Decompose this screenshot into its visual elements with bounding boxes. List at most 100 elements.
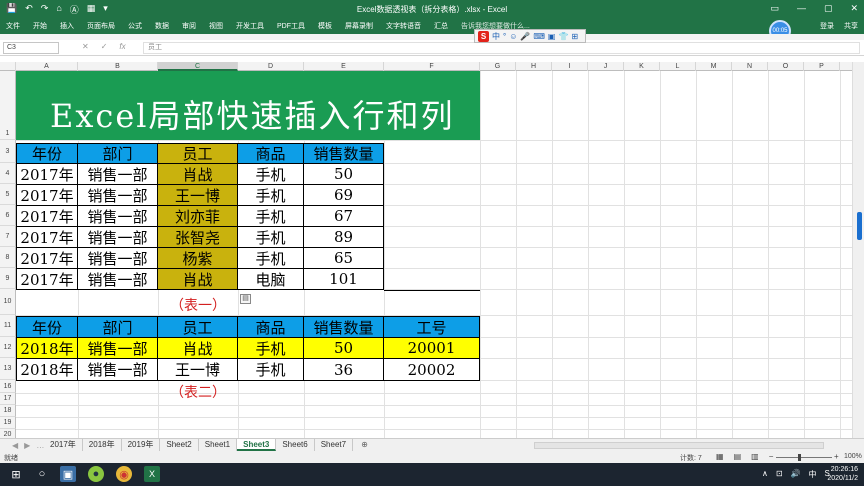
ime-chinese-icon[interactable]: 中 xyxy=(492,31,500,42)
table-cell[interactable]: 101 xyxy=(304,269,384,290)
row-header[interactable]: 16 xyxy=(0,380,16,393)
row-header[interactable]: 8 xyxy=(0,247,16,268)
row-header[interactable]: 17 xyxy=(0,393,16,405)
search-icon[interactable]: ○ xyxy=(34,466,50,482)
sheet-tab[interactable]: 2017年 xyxy=(44,439,83,451)
table-cell[interactable]: 2017年 xyxy=(16,164,78,185)
page-break-view-icon[interactable]: ▥ xyxy=(751,452,759,461)
col-header-a[interactable]: A xyxy=(16,62,78,71)
table-cell[interactable]: 2018年 xyxy=(16,359,78,381)
worksheet-grid[interactable]: A B C D E F G H I J K L M N O P 1 3 4 5 … xyxy=(0,62,852,438)
menu-templates[interactable]: 模板 xyxy=(318,21,332,31)
table-cell[interactable]: 65 xyxy=(304,248,384,269)
cancel-icon[interactable]: ✕ xyxy=(82,42,89,51)
menu-formulas[interactable]: 公式 xyxy=(128,21,142,31)
sheet-tab[interactable]: 2019年 xyxy=(122,439,161,451)
table-cell[interactable]: 销售一部 xyxy=(78,185,158,206)
col-header-e[interactable]: E xyxy=(304,62,384,71)
col-header-k[interactable]: K xyxy=(624,62,660,71)
prev-sheet-icon[interactable]: ◀ xyxy=(12,441,18,450)
table-cell[interactable]: 手机 xyxy=(238,206,304,227)
table2-header-year[interactable]: 年份 xyxy=(16,316,78,338)
table-cell[interactable]: 手机 xyxy=(238,227,304,248)
table-cell[interactable]: 销售一部 xyxy=(78,248,158,269)
ime-keyboard-icon[interactable]: ⌨ xyxy=(533,32,545,41)
title-banner[interactable]: Excel局部快速插入行和列 xyxy=(16,71,480,140)
table-cell[interactable]: 张智尧 xyxy=(158,227,238,248)
menu-file[interactable]: 文件 xyxy=(6,21,20,31)
col-header-d[interactable]: D xyxy=(238,62,304,71)
table-cell[interactable]: 销售一部 xyxy=(78,227,158,248)
menu-page-layout[interactable]: 页面布局 xyxy=(87,21,115,31)
table-cell[interactable]: 89 xyxy=(304,227,384,248)
maximize-icon[interactable]: ▢ xyxy=(824,3,833,14)
table1-header-dept[interactable]: 部门 xyxy=(78,143,158,164)
horizontal-scrollbar[interactable] xyxy=(534,442,824,449)
col-header-i[interactable]: I xyxy=(552,62,588,71)
table-cell[interactable]: 2017年 xyxy=(16,185,78,206)
table-cell[interactable]: 销售一部 xyxy=(78,359,158,381)
col-header-f[interactable]: F xyxy=(384,62,480,71)
table-cell[interactable]: 2017年 xyxy=(16,248,78,269)
col-header-p[interactable]: P xyxy=(804,62,840,71)
input-method-icon[interactable]: 中 xyxy=(809,469,817,480)
col-header-l[interactable]: L xyxy=(660,62,696,71)
table-cell[interactable]: 王一博 xyxy=(158,359,238,381)
paste-options-icon[interactable]: ▤ xyxy=(240,294,251,304)
menu-insert[interactable]: 插入 xyxy=(60,21,74,31)
row-header[interactable]: 3 xyxy=(0,140,16,163)
table1-header-product[interactable]: 商品 xyxy=(238,143,304,164)
table-cell[interactable]: 杨紫 xyxy=(158,248,238,269)
zoom-out-icon[interactable]: − xyxy=(769,452,774,461)
menu-review[interactable]: 审阅 xyxy=(182,21,196,31)
row-header[interactable]: 7 xyxy=(0,226,16,247)
add-sheet-icon[interactable]: ⊕ xyxy=(353,439,376,451)
next-sheet-icon[interactable]: ▶ xyxy=(24,441,30,450)
formula-input[interactable]: 员工 xyxy=(143,42,860,54)
menu-home[interactable]: 开始 xyxy=(33,21,47,31)
insert-function-icon[interactable]: fx xyxy=(119,42,125,51)
table-cell[interactable]: 肖战 xyxy=(158,164,238,185)
select-all-corner[interactable] xyxy=(0,62,16,71)
row-header[interactable]: 20 xyxy=(0,429,16,438)
zoom-level[interactable]: 100% xyxy=(844,453,862,460)
scroll-thumb[interactable] xyxy=(857,212,862,240)
network-icon[interactable]: ⊡ xyxy=(776,469,783,480)
sheet-tab[interactable]: Sheet7 xyxy=(315,439,354,451)
row-header[interactable]: 12 xyxy=(0,337,16,358)
menu-view[interactable]: 视图 xyxy=(209,21,223,31)
row-header[interactable]: 18 xyxy=(0,405,16,417)
col-header-n[interactable]: N xyxy=(732,62,768,71)
app-icon[interactable]: ● xyxy=(88,466,104,482)
windows-start-icon[interactable]: ⊞ xyxy=(8,466,24,482)
row-header[interactable]: 6 xyxy=(0,205,16,226)
minimize-icon[interactable]: — xyxy=(797,3,806,14)
sheet-tab[interactable]: Sheet2 xyxy=(160,439,199,451)
ime-menu-icon[interactable]: ⊞ xyxy=(571,32,578,41)
table-cell[interactable]: 电脑 xyxy=(238,269,304,290)
table2-header-dept[interactable]: 部门 xyxy=(78,316,158,338)
table-cell[interactable]: 手机 xyxy=(238,164,304,185)
sogou-logo-icon[interactable]: S xyxy=(478,30,489,42)
table-cell[interactable]: 销售一部 xyxy=(78,269,158,290)
table-cell[interactable]: 肖战 xyxy=(158,269,238,290)
close-icon[interactable]: ✕ xyxy=(850,3,858,14)
table-cell[interactable]: 销售一部 xyxy=(78,338,158,359)
table-cell[interactable]: 手机 xyxy=(238,359,304,381)
ime-voice-icon[interactable]: 🎤 xyxy=(520,32,530,41)
zoom-slider-knob[interactable] xyxy=(798,454,801,461)
sheet-tab[interactable]: Sheet1 xyxy=(199,439,238,451)
ribbon-display-icon[interactable]: ▭ xyxy=(770,3,779,14)
share-button[interactable]: 共享 xyxy=(844,21,858,31)
menu-pdf-tools[interactable]: PDF工具 xyxy=(277,21,305,31)
menu-developer[interactable]: 开发工具 xyxy=(236,21,264,31)
login-link[interactable]: 登录 xyxy=(820,21,834,31)
sheet-tab[interactable]: Sheet6 xyxy=(276,439,315,451)
zoom-in-icon[interactable]: + xyxy=(834,452,839,461)
excel-icon[interactable]: X xyxy=(144,466,160,482)
ime-skin-icon[interactable]: 👕 xyxy=(558,32,568,41)
table-cell[interactable]: 销售一部 xyxy=(78,164,158,185)
app-icon[interactable]: ▣ xyxy=(60,466,76,482)
row-header[interactable]: 13 xyxy=(0,358,16,380)
page-layout-view-icon[interactable]: ▤ xyxy=(734,452,742,461)
